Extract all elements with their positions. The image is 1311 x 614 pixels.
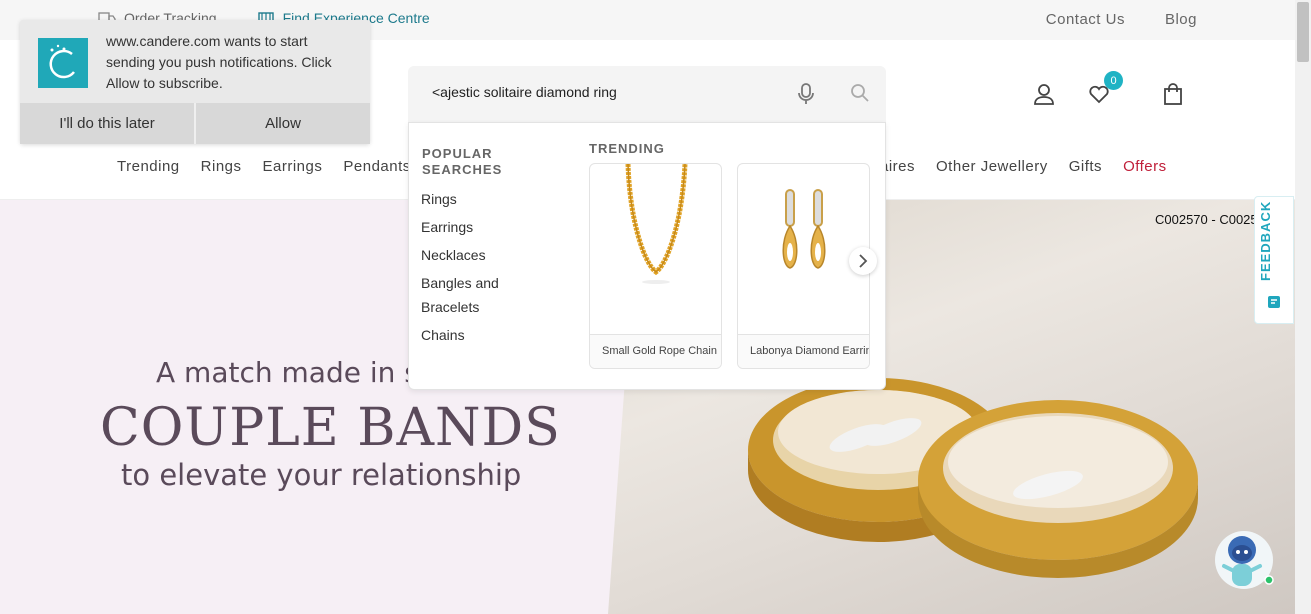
candere-logo [38, 38, 88, 88]
contact-link[interactable]: Contact Us [1046, 11, 1125, 28]
push-notification-prompt: www.candere.com wants to start sending y… [20, 20, 370, 144]
feedback-tab[interactable]: FEEDBACK [1254, 196, 1294, 324]
feedback-label: FEEDBACK [1258, 200, 1273, 281]
search-icon[interactable] [850, 83, 870, 103]
feedback-icon [1268, 296, 1280, 308]
nav-item-trending[interactable]: Trending [117, 158, 180, 175]
later-button[interactable]: I'll do this later [20, 103, 194, 144]
allow-button[interactable]: Allow [194, 103, 370, 144]
main-nav-right: aires Other Jewellery Gifts Offers [880, 158, 1188, 175]
popular-search-item[interactable]: Bangles and Bracelets [421, 271, 531, 319]
search-bar [408, 66, 886, 122]
chatbot-launcher[interactable] [1214, 530, 1276, 592]
account-icon[interactable] [1033, 83, 1055, 105]
nav-item-earrings[interactable]: Earrings [263, 158, 323, 175]
search-suggestions-dropdown: POPULAR SEARCHES Rings Earrings Necklace… [408, 122, 886, 390]
nav-item-other-jewellery[interactable]: Other Jewellery [936, 158, 1048, 175]
blog-link[interactable]: Blog [1165, 11, 1197, 28]
hero-line3: to elevate your relationship [121, 458, 522, 492]
nav-item-pendants[interactable]: Pendants [343, 158, 410, 175]
chevron-right-icon [859, 254, 868, 268]
carousel-next-button[interactable] [849, 247, 877, 275]
popular-search-item[interactable]: Necklaces [421, 243, 531, 267]
product-image [738, 164, 869, 334]
trending-heading: TRENDING [589, 141, 665, 156]
popular-search-item[interactable]: Rings [421, 187, 531, 211]
scrollbar-thumb[interactable] [1297, 2, 1309, 62]
wishlist-count-badge: 0 [1104, 71, 1123, 90]
cart-icon[interactable] [1163, 83, 1183, 105]
product-name: Labonya Diamond Earrings [738, 334, 869, 368]
nav-item-gifts[interactable]: Gifts [1069, 158, 1102, 175]
popular-search-item[interactable]: Chains [421, 323, 531, 347]
nav-item-rings[interactable]: Rings [201, 158, 242, 175]
notification-message: www.candere.com wants to start sending y… [106, 33, 332, 91]
chatbot-avatar-icon [1215, 531, 1274, 589]
page-scrollbar[interactable] [1295, 0, 1311, 614]
trending-product-card[interactable]: Small Gold Rope Chain [589, 163, 722, 369]
popular-searches-heading: POPULAR SEARCHES [422, 146, 503, 177]
popular-searches-list: Rings Earrings Necklaces Bangles and Bra… [421, 187, 531, 351]
main-nav: Trending Rings Earrings Pendants [117, 158, 432, 175]
hero-title: COUPLE BANDS [100, 398, 561, 458]
product-name: Small Gold Rope Chain [590, 334, 721, 368]
nav-item-offers[interactable]: Offers [1123, 158, 1167, 175]
product-image [590, 164, 721, 334]
microphone-icon[interactable] [796, 82, 816, 106]
search-input[interactable] [432, 84, 772, 100]
popular-search-item[interactable]: Earrings [421, 215, 531, 239]
